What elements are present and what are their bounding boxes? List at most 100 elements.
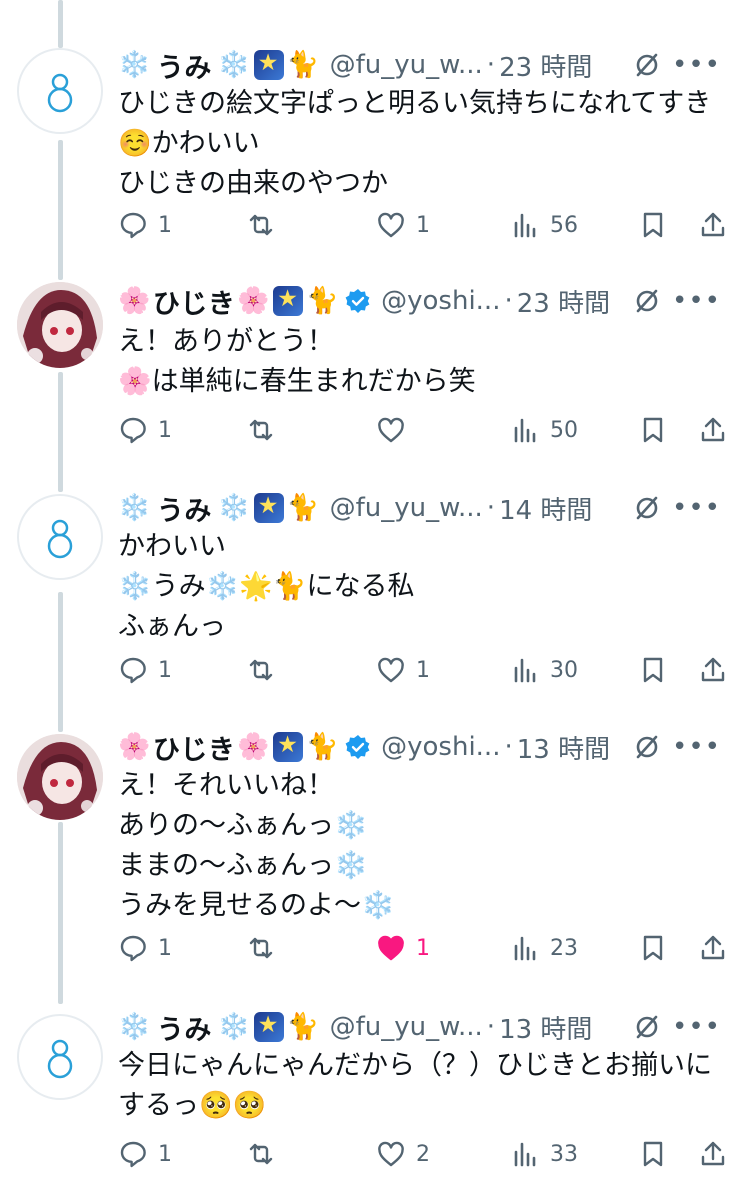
more-icon[interactable]: •••: [672, 732, 721, 762]
reply-count: 1: [158, 212, 172, 238]
bookmark-icon: [643, 657, 663, 683]
views-button[interactable]: 30: [510, 650, 578, 690]
tweet-text-line: え！それいいね！: [118, 770, 334, 801]
more-icon[interactable]: •••: [672, 50, 721, 80]
more-icon[interactable]: •••: [672, 286, 721, 316]
timestamp[interactable]: 23 時間: [517, 283, 610, 320]
share-button[interactable]: [698, 650, 728, 690]
action-bar: 1 1 23: [118, 928, 734, 968]
bookmark-button[interactable]: [638, 928, 668, 968]
share-button[interactable]: [698, 410, 728, 450]
separator-dot: ·: [486, 50, 496, 80]
handle[interactable]: @fu_yu_w...: [330, 1012, 483, 1042]
separator-dot: ·: [486, 1012, 496, 1042]
grok-icon[interactable]: [633, 287, 661, 315]
tweet-text-line: え！ありがとう！: [118, 326, 334, 357]
views-button[interactable]: 50: [510, 410, 578, 450]
reply-button[interactable]: 1: [118, 928, 172, 968]
tweet-text: 今日にゃんにゃんだから（？）ひじきとお揃いに するっ🥺🥺: [118, 1046, 723, 1126]
tweet-text: え！それいいね！ ありの〜ふぁんっ❄️ ままの〜ふぁんっ❄️ うみを見せるのよ〜…: [118, 766, 723, 926]
like-icon: [378, 1141, 404, 1167]
handle[interactable]: @yoshi...: [381, 732, 500, 762]
reply-button[interactable]: 1: [118, 650, 172, 690]
handle[interactable]: @fu_yu_w...: [330, 493, 483, 523]
tweet-text-line: ひじきの絵文字ぱっと明るい気持ちになれてすき: [118, 88, 712, 119]
more-icon[interactable]: •••: [672, 1012, 721, 1042]
star-emoji: [273, 732, 304, 762]
anime-girl-avatar-icon: [17, 282, 103, 368]
views-icon: [514, 1142, 536, 1167]
timestamp[interactable]: 13 時間: [499, 1009, 592, 1046]
reply-icon: [120, 417, 146, 444]
share-button[interactable]: [698, 928, 728, 968]
share-button[interactable]: [698, 205, 728, 245]
retweet-icon: [249, 937, 273, 959]
avatar-snowman[interactable]: [17, 494, 103, 580]
bookmark-button[interactable]: [638, 650, 668, 690]
share-button[interactable]: [698, 1134, 728, 1174]
display-name[interactable]: 🌸 ひじき 🌸 🐈: [118, 282, 371, 321]
display-name-text: ひじき: [152, 288, 236, 320]
retweet-button[interactable]: [246, 205, 286, 245]
like-button[interactable]: 1: [376, 205, 430, 245]
handle[interactable]: @yoshi...: [381, 286, 500, 316]
cherry-blossom-emoji: 🌸: [118, 286, 151, 316]
cat-emoji: 🐈: [306, 732, 340, 762]
star-emoji: [253, 493, 284, 523]
like-button[interactable]: 2: [376, 1134, 430, 1174]
display-name[interactable]: 🌸 ひじき 🌸 🐈: [118, 728, 371, 767]
bookmark-button[interactable]: [638, 205, 668, 245]
grok-icon[interactable]: [633, 494, 661, 522]
like-button[interactable]: 1: [376, 650, 430, 690]
retweet-icon: [249, 419, 273, 441]
snowflake-emoji: ❄️: [118, 493, 151, 523]
retweet-button[interactable]: [246, 410, 286, 450]
snowflake-emoji: ❄️: [118, 1012, 151, 1042]
reply-button[interactable]: 1: [118, 1134, 172, 1174]
retweet-button[interactable]: [246, 650, 286, 690]
view-count: 23: [550, 935, 578, 961]
timestamp[interactable]: 23 時間: [499, 47, 592, 84]
snowflake-emoji: ❄️: [217, 1012, 251, 1042]
like-button[interactable]: [376, 410, 416, 450]
tweet-text-line: かわいい: [118, 531, 226, 562]
views-icon: [514, 936, 536, 961]
separator-dot: ·: [486, 493, 496, 523]
display-name[interactable]: ❄️ うみ ❄️ 🐈: [118, 46, 320, 85]
display-name[interactable]: ❄️ うみ ❄️ 🐈: [118, 1008, 320, 1047]
bookmark-button[interactable]: [638, 410, 668, 450]
retweet-button[interactable]: [246, 1134, 286, 1174]
display-name-text: うみ: [156, 52, 212, 84]
view-count: 50: [550, 417, 578, 443]
reply-button[interactable]: 1: [118, 205, 172, 245]
avatar-photo[interactable]: [17, 282, 103, 368]
timestamp[interactable]: 14 時間: [499, 490, 592, 527]
avatar-photo[interactable]: [17, 734, 103, 820]
bookmark-icon: [643, 935, 663, 961]
views-button[interactable]: 23: [510, 928, 578, 968]
view-count: 33: [550, 1141, 578, 1167]
tweet-text-line: ひじきの由来のやつか: [118, 168, 388, 199]
display-name[interactable]: ❄️ うみ ❄️ 🐈: [118, 489, 320, 528]
bookmark-icon: [643, 1141, 663, 1167]
like-button[interactable]: 1: [376, 928, 430, 968]
snowman-icon: [47, 519, 73, 559]
grok-icon[interactable]: [633, 733, 661, 761]
avatar-snowman[interactable]: [17, 1014, 103, 1100]
bookmark-button[interactable]: [638, 1134, 668, 1174]
handle[interactable]: @fu_yu_w...: [330, 50, 483, 80]
avatar-snowman[interactable]: [17, 48, 103, 134]
more-icon[interactable]: •••: [672, 493, 721, 523]
retweet-icon: [249, 659, 273, 681]
grok-icon[interactable]: [633, 51, 661, 79]
reply-count: 1: [158, 417, 172, 443]
like-icon: [378, 212, 404, 238]
verified-badge-icon: [345, 289, 370, 313]
grok-icon[interactable]: [633, 1013, 661, 1041]
reply-button[interactable]: 1: [118, 410, 172, 450]
display-name-text: うみ: [156, 495, 212, 527]
views-button[interactable]: 56: [510, 205, 578, 245]
timestamp[interactable]: 13 時間: [517, 729, 610, 766]
views-button[interactable]: 33: [510, 1134, 578, 1174]
retweet-button[interactable]: [246, 928, 286, 968]
